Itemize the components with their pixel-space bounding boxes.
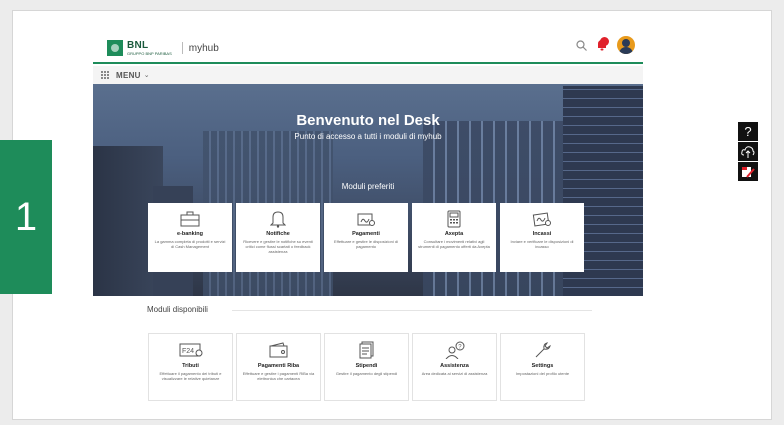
step-number-badge: 1	[0, 140, 52, 294]
card-title: Tributi	[182, 363, 199, 369]
favorites-row: e-banking La gamma completa di prodotti …	[148, 203, 584, 272]
divider	[232, 310, 592, 311]
notification-badge	[600, 37, 609, 46]
favorite-card-incassi[interactable]: Incassi Inviare e verificare le disposiz…	[500, 203, 584, 272]
favorites-heading: Moduli preferiti	[341, 182, 395, 191]
card-description: Ricevere e gestire le notifiche su event…	[243, 239, 313, 255]
logo-title: BNL	[127, 39, 149, 51]
app-name: myhub	[188, 42, 219, 54]
bnl-logo-icon	[107, 40, 123, 56]
card-description: Impostazioni del profilo utente	[515, 371, 570, 376]
briefcase-icon	[148, 209, 232, 229]
module-card-settings[interactable]: Settings Impostazioni del profilo utente	[500, 333, 585, 401]
module-card-stipendi[interactable]: Stipendi Gestire il pagamento degli stip…	[324, 333, 409, 401]
pos-terminal-icon	[412, 209, 496, 229]
top-header: BNL GRUPPO BNP PARIBAS myhub	[93, 30, 643, 64]
salary-doc-icon	[325, 340, 408, 360]
svg-text:F24: F24	[182, 348, 194, 355]
card-description: Effettuare e gestire le disposizioni di …	[334, 239, 398, 250]
menu-label: MENU	[116, 70, 141, 80]
user-avatar-icon[interactable]	[617, 36, 635, 54]
wallet-icon	[237, 340, 320, 360]
f24-icon: F24	[149, 340, 232, 360]
menu-bar[interactable]: MENU ⌄	[93, 66, 643, 84]
card-description: Consultare i movimenti relativi agli str…	[418, 239, 490, 250]
bell-icon	[236, 209, 320, 229]
card-description: La gamma completa di prodotti e servizi …	[154, 239, 226, 250]
card-description: Inviare e verificare le disposizioni di …	[510, 239, 574, 250]
card-description: Area dedicata ai servizi di assistenza	[421, 371, 488, 376]
card-title: e-banking	[177, 231, 203, 237]
wrench-icon	[501, 340, 584, 360]
logo-subtitle: GRUPPO BNP PARIBAS	[127, 50, 172, 56]
card-title: Pagamenti	[352, 231, 380, 237]
chevron-down-icon: ⌄	[143, 72, 150, 79]
edit-note-icon[interactable]	[738, 162, 758, 181]
card-title: Assistenza	[440, 363, 469, 369]
logo-separator	[181, 42, 183, 54]
modules-row: F24 Tributi Effettuare il pagamento dei …	[148, 333, 585, 401]
card-title: Stipendi	[355, 363, 378, 369]
favorite-card-notifiche[interactable]: Notifiche Ricevere e gestire le notifich…	[236, 203, 320, 272]
card-title: Settings	[531, 363, 554, 369]
side-toolbar: ?	[738, 122, 758, 181]
bnl-logo[interactable]: BNL GRUPPO BNP PARIBAS myhub	[107, 40, 219, 56]
grid-menu-icon	[101, 70, 111, 80]
card-title: Notifiche	[266, 231, 290, 237]
card-title: Axepta	[444, 231, 464, 237]
favorite-card-pagamenti[interactable]: Pagamenti Effettuare e gestire le dispos…	[324, 203, 408, 272]
modules-heading: Moduli disponibili	[147, 305, 208, 314]
module-card-pagamenti-riba[interactable]: Pagamenti Riba Effettuare e gestire i pa…	[236, 333, 321, 401]
payment-icon	[324, 209, 408, 229]
hero-subtitle: Punto di accesso a tutti i moduli di myh…	[294, 132, 442, 141]
hero-title: Benvenuto nel Desk	[296, 112, 440, 129]
card-title: Pagamenti Riba	[257, 363, 300, 369]
module-card-assistenza[interactable]: ? Assistenza Area dedicata ai servizi di…	[412, 333, 497, 401]
module-card-tributi[interactable]: F24 Tributi Effettuare il pagamento dei …	[148, 333, 233, 401]
cloud-upload-icon[interactable]	[738, 142, 758, 161]
collection-icon	[500, 209, 584, 229]
card-description: Gestire il pagamento degli stipendi	[335, 371, 398, 376]
favorite-card-e-banking[interactable]: e-banking La gamma completa di prodotti …	[148, 203, 232, 272]
search-icon[interactable]	[576, 39, 587, 51]
notification-bell-icon[interactable]	[595, 37, 609, 52]
card-description: Effettuare il pagamento dei tributi e vi…	[159, 371, 222, 382]
hero-banner: Benvenuto nel Desk Punto di accesso a tu…	[93, 84, 643, 296]
help-icon[interactable]: ?	[738, 122, 758, 141]
card-description: Effettuare e gestire i pagamenti RiBa vi…	[242, 371, 315, 382]
support-icon: ?	[413, 340, 496, 360]
favorite-card-axepta[interactable]: Axepta Consultare i movimenti relativi a…	[412, 203, 496, 272]
card-title: Incassi	[532, 231, 552, 237]
header-tools	[576, 36, 635, 54]
